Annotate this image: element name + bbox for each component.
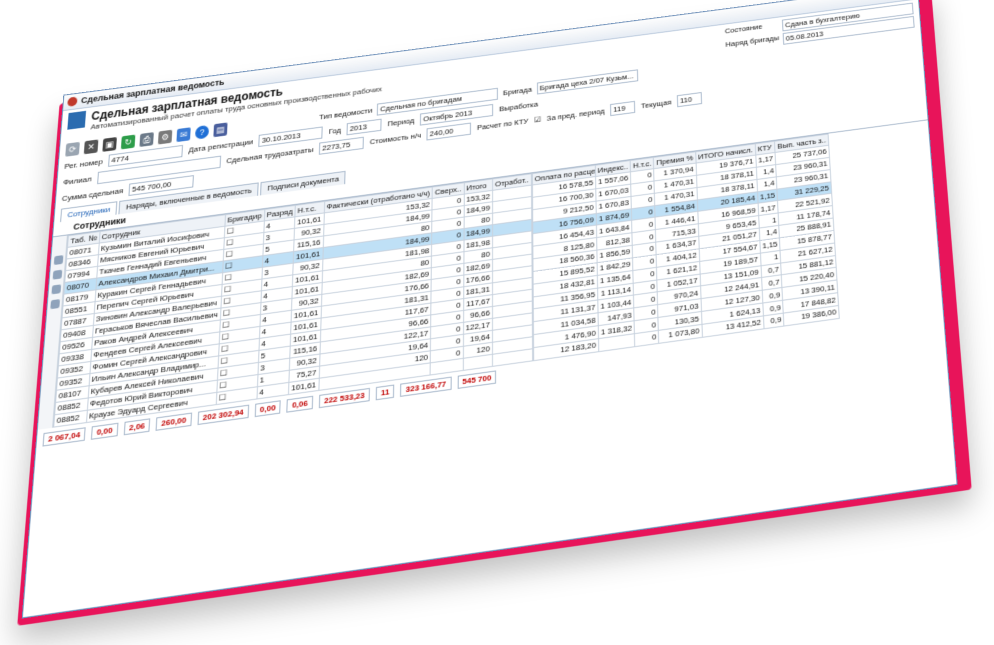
total-value: 222 533,23 (318, 387, 370, 409)
total-value: 323 166,77 (400, 376, 452, 397)
app-icon (67, 96, 78, 107)
cell-value: 0 (634, 330, 660, 347)
brigade-label: Бригада (502, 84, 533, 97)
reload-icon[interactable]: ↻ (120, 134, 136, 150)
app-window: Сдельная зарплатная ведомость ✕ Сдельная… (21, 0, 958, 619)
help-icon[interactable]: ? (194, 124, 210, 140)
edit-row-icon[interactable] (52, 269, 62, 280)
ktu-checkbox[interactable]: ☑ (534, 115, 541, 124)
cur-label: Текущая (640, 97, 672, 111)
print-icon[interactable]: ⎙ (139, 132, 154, 147)
cur-field[interactable]: 110 (676, 92, 703, 108)
output-label: Выработка (499, 99, 539, 114)
screenshot-stage: Сдельная зарплатная ведомость ✕ Сдельная… (0, 0, 994, 645)
total-value: 545 700 (457, 370, 497, 389)
period-label: Период (387, 116, 415, 129)
branch-label: Филиал (62, 174, 92, 187)
book-icon[interactable]: ▤ (213, 122, 228, 138)
delete-row-icon[interactable] (50, 284, 61, 295)
save-icon[interactable]: ▣ (102, 137, 117, 152)
mail-icon[interactable]: ✉ (176, 127, 191, 143)
delete-icon[interactable]: ✕ (83, 139, 99, 155)
settings-icon[interactable]: ⚙ (157, 129, 173, 145)
total-value: 2,06 (123, 418, 151, 436)
reg-label: Рег. номер (64, 157, 104, 171)
total-value: 2 067,04 (42, 427, 86, 447)
total-value: 202 302,94 (197, 404, 249, 426)
total-value: 0,00 (254, 400, 282, 418)
doc-icon (67, 110, 87, 130)
refresh-icon[interactable]: ⟳ (65, 141, 80, 157)
total-value: 11 (375, 384, 395, 401)
total-value: 260,00 (155, 412, 192, 431)
total-value: 0,00 (91, 422, 119, 440)
add-row-icon[interactable] (53, 255, 63, 266)
prev-field[interactable]: 119 (610, 100, 636, 117)
refresh-rows-icon[interactable] (49, 299, 60, 310)
year-label: Год (328, 125, 342, 136)
cell-value: 0,9 (763, 313, 785, 329)
total-value: 0,06 (286, 395, 314, 413)
